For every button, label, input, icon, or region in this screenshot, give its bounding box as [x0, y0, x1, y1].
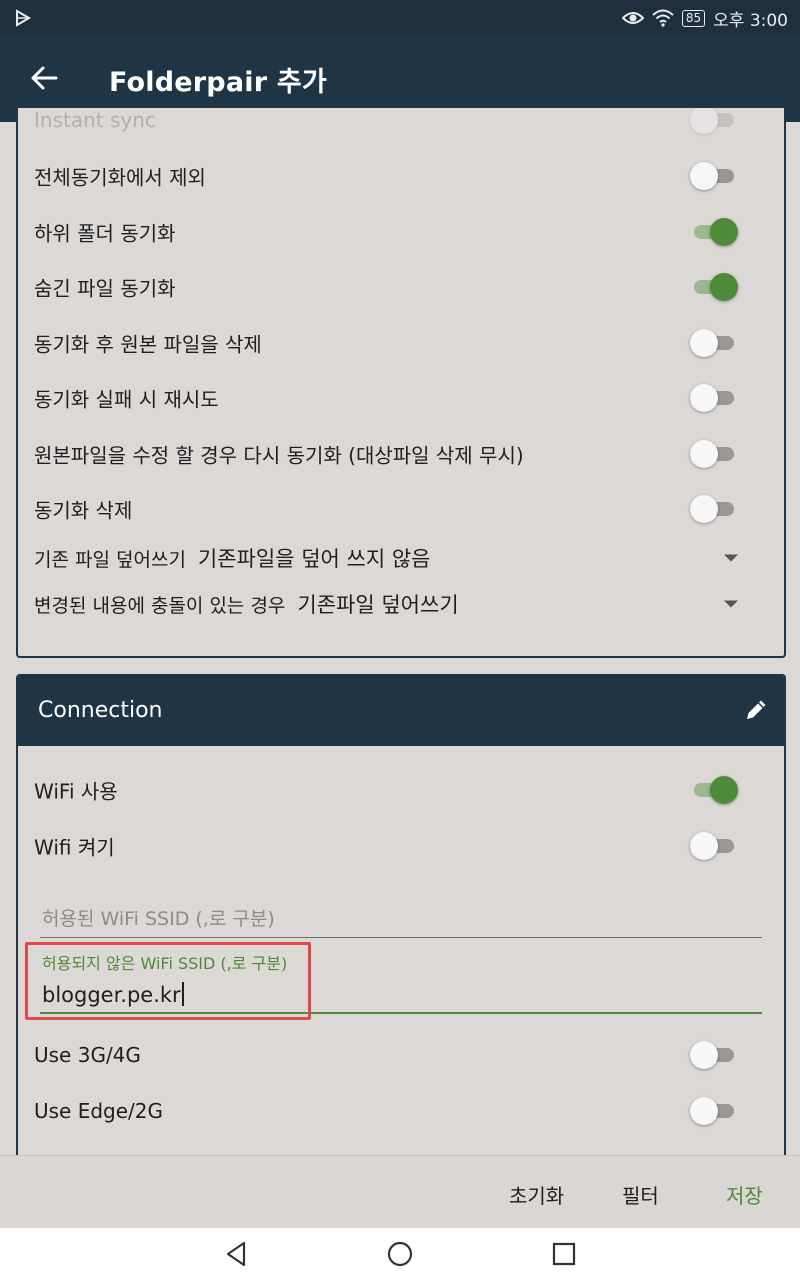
exclude-full-sync-toggle[interactable] — [690, 162, 738, 190]
resync-on-modify-toggle[interactable] — [690, 440, 738, 468]
use-wifi-toggle[interactable] — [690, 776, 738, 804]
setting-row-resync-on-modify[interactable]: 원본파일을 수정 할 경우 다시 동기화 (대상파일 삭제 무시) — [34, 426, 768, 482]
conflict-handling-select[interactable]: 변경된 내용에 충돌이 있는 경우 기존파일 덮어쓰기 — [34, 584, 768, 624]
pencil-edit-icon[interactable] — [742, 696, 770, 724]
setting-label: 숨긴 파일 동기화 — [34, 276, 176, 301]
overwrite-existing-select[interactable]: 기존 파일 덮어쓰기 기존파일을 덮어 쓰지 않음 — [34, 538, 768, 578]
status-bar: 85 오후 3:00 — [0, 0, 800, 36]
connection-card: Connection WiFi 사용 Wifi 켜기 허용된 WiFi SSID… — [16, 674, 786, 1156]
setting-row-use-3g-4g[interactable]: Use 3G/4G — [34, 1027, 768, 1083]
setting-label: WiFi 사용 — [34, 779, 118, 804]
select-value: 기존파일 덮어쓰기 — [297, 593, 459, 617]
eye-icon — [621, 12, 644, 24]
setting-label: 전체동기화에서 제외 — [34, 165, 206, 190]
bottom-action-bar: 초기화 필터 저장 — [0, 1155, 800, 1229]
allowed-ssid-field[interactable]: 허용된 WiFi SSID (,로 구분) — [40, 896, 762, 940]
play-store-notification-icon — [16, 9, 31, 27]
select-value: 기존파일을 덮어 쓰지 않음 — [197, 547, 431, 571]
retry-on-failure-toggle[interactable] — [690, 384, 738, 412]
nav-recents-icon[interactable] — [549, 1239, 579, 1269]
setting-row-use-wifi[interactable]: WiFi 사용 — [34, 762, 768, 818]
save-button[interactable]: 저장 — [726, 1180, 763, 1209]
back-arrow-icon[interactable] — [26, 60, 62, 96]
nav-home-icon[interactable] — [385, 1239, 415, 1269]
sync-deletions-toggle[interactable] — [690, 495, 738, 523]
use-edge-2g-toggle[interactable] — [690, 1097, 738, 1125]
setting-label: 동기화 삭제 — [34, 498, 133, 523]
setting-row-instant-sync[interactable]: Instant sync — [34, 108, 768, 148]
setting-row-retry-on-failure[interactable]: 동기화 실패 시 재시도 — [34, 370, 768, 426]
nav-back-icon[interactable] — [222, 1239, 252, 1269]
setting-row-use-edge-2g[interactable]: Use Edge/2G — [34, 1083, 768, 1139]
wifi-icon — [652, 9, 674, 27]
setting-row-exclude-full-sync[interactable]: 전체동기화에서 제외 — [34, 148, 768, 204]
setting-label: Use 3G/4G — [34, 1043, 141, 1067]
setting-label: Instant sync — [34, 108, 156, 132]
annotation-highlight-box — [25, 942, 311, 1020]
allowed-ssid-placeholder: 허용된 WiFi SSID (,로 구분) — [42, 908, 275, 930]
page-title: Folderpair 추가 — [109, 67, 327, 98]
connection-title: Connection — [38, 698, 163, 723]
setting-row-sync-deletions[interactable]: 동기화 삭제 — [34, 481, 768, 537]
system-navigation-bar — [0, 1228, 800, 1280]
sync-hidden-files-toggle[interactable] — [690, 273, 738, 301]
setting-row-delete-source-after-sync[interactable]: 동기화 후 원본 파일을 삭제 — [34, 315, 768, 371]
clock: 오후 3:00 — [713, 10, 788, 31]
setting-label: Wifi 켜기 — [34, 835, 115, 860]
setting-label: 동기화 실패 시 재시도 — [34, 387, 219, 412]
delete-source-after-sync-toggle[interactable] — [690, 329, 738, 357]
sync-options-card: Instant sync 전체동기화에서 제외 하위 폴더 동기화 숨긴 파일 … — [16, 108, 786, 658]
connection-header: Connection — [18, 676, 784, 746]
filter-button[interactable]: 필터 — [622, 1180, 659, 1209]
setting-label: 동기화 후 원본 파일을 삭제 — [34, 332, 262, 357]
setting-row-sync-subfolders[interactable]: 하위 폴더 동기화 — [34, 204, 768, 260]
setting-row-turn-on-wifi[interactable]: Wifi 켜기 — [34, 818, 768, 874]
sync-subfolders-toggle[interactable] — [690, 218, 738, 246]
battery-indicator: 85 — [681, 9, 706, 27]
reset-button[interactable]: 초기화 — [509, 1180, 564, 1209]
use-3g-4g-toggle[interactable] — [690, 1041, 738, 1069]
turn-on-wifi-toggle[interactable] — [690, 832, 738, 860]
instant-sync-toggle[interactable] — [690, 108, 738, 134]
setting-label: 원본파일을 수정 할 경우 다시 동기화 (대상파일 삭제 무시) — [34, 443, 524, 468]
setting-row-sync-hidden-files[interactable]: 숨긴 파일 동기화 — [34, 259, 768, 315]
dropdown-caret-icon[interactable] — [724, 554, 738, 562]
select-label: 변경된 내용에 충돌이 있는 경우 기존파일 덮어쓰기 — [34, 593, 459, 617]
select-label: 기존 파일 덮어쓰기 기존파일을 덮어 쓰지 않음 — [34, 547, 431, 571]
setting-label: 하위 폴더 동기화 — [34, 221, 176, 246]
dropdown-caret-icon[interactable] — [724, 600, 738, 608]
setting-label: Use Edge/2G — [34, 1099, 164, 1123]
field-underline — [40, 937, 762, 938]
